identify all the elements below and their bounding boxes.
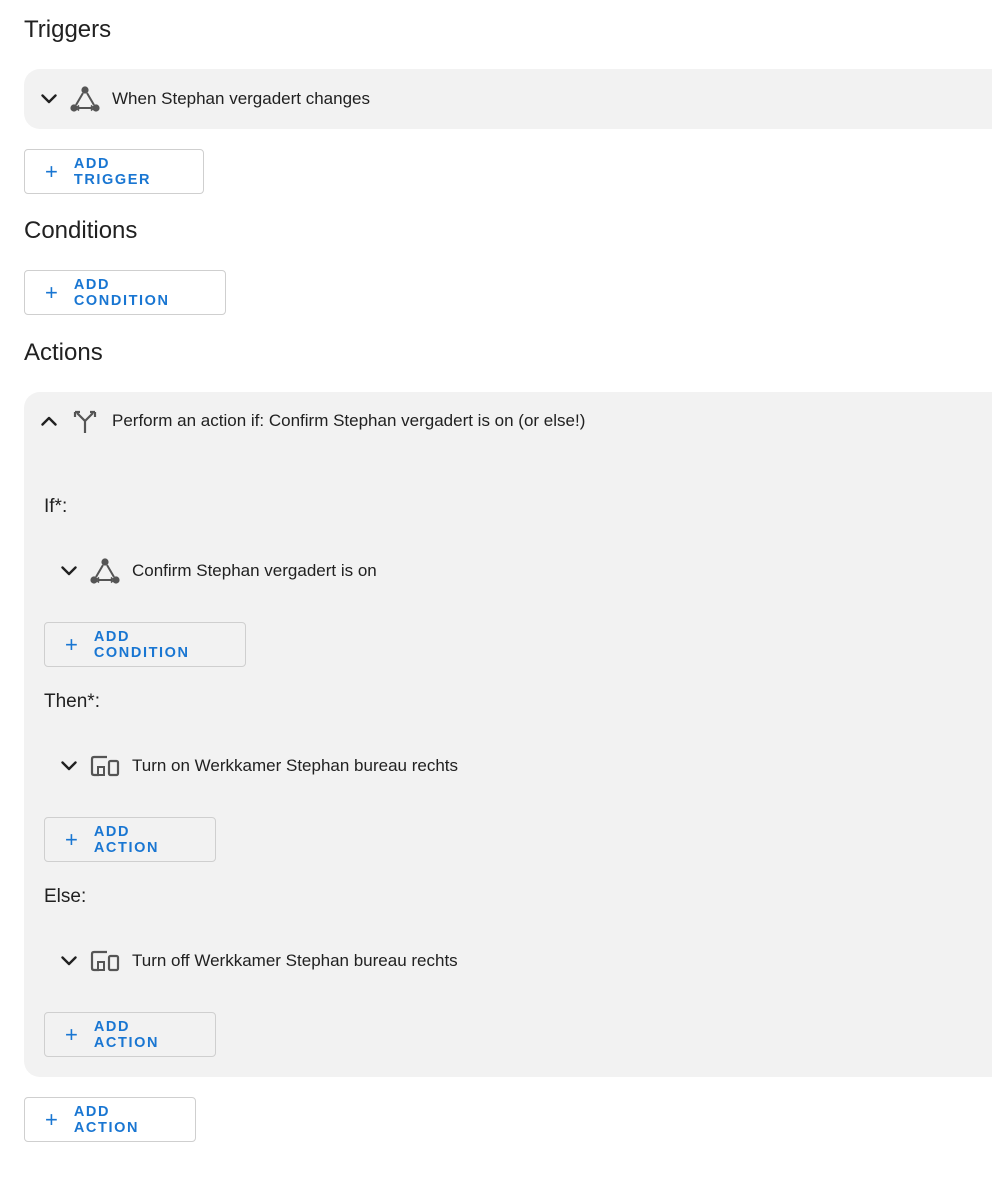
chevron-down-icon[interactable] [58,560,80,582]
add-condition-button[interactable]: + Add condition [24,270,226,315]
plus-icon: + [45,158,58,184]
if-condition-row[interactable]: Confirm Stephan vergadert is on [58,551,377,591]
plus-icon: + [65,1021,78,1047]
then-action-row[interactable]: Turn on Werkkamer Stephan bureau rechts [58,746,458,786]
branch-icon [68,406,102,436]
chevron-up-icon[interactable] [38,410,60,432]
add-action-label: Add action [73,1103,140,1136]
add-condition-label: Add condition [73,276,170,309]
if-add-condition-label: Add condition [93,628,190,661]
entity-state-icon [68,84,102,114]
then-add-action-button[interactable]: + Add action [44,817,216,862]
plus-icon: + [65,826,78,852]
if-label: If*: [44,496,68,517]
choose-action-label: Perform an action if: Confirm Stephan ve… [112,411,586,430]
else-label: Else: [44,886,87,907]
conditions-heading: Conditions [24,217,138,244]
else-add-action-label: Add action [93,1018,160,1051]
trigger-card[interactable]: When Stephan vergadert changes [24,69,992,129]
else-action-label: Turn off Werkkamer Stephan bureau rechts [132,951,458,970]
plus-icon: + [65,631,78,657]
trigger-label: When Stephan vergadert changes [112,89,371,108]
add-action-button[interactable]: + Add action [24,1097,196,1142]
chevron-down-icon[interactable] [58,755,80,777]
if-condition-label: Confirm Stephan vergadert is on [132,561,377,580]
chevron-down-icon[interactable] [38,88,60,110]
triggers-heading: Triggers [24,16,112,43]
actions-heading: Actions [24,339,103,366]
entity-state-icon [88,556,122,586]
then-label: Then*: [44,691,100,712]
then-add-action-label: Add action [93,823,160,856]
plus-icon: + [45,1106,58,1132]
else-action-row[interactable]: Turn off Werkkamer Stephan bureau rechts [58,941,458,981]
devices-icon [88,946,122,976]
choose-action-header[interactable]: Perform an action if: Confirm Stephan ve… [38,401,585,441]
devices-icon [88,751,122,781]
if-add-condition-button[interactable]: + Add condition [44,622,246,667]
add-trigger-button[interactable]: + Add trigger [24,149,204,194]
else-add-action-button[interactable]: + Add action [44,1012,216,1057]
then-action-label: Turn on Werkkamer Stephan bureau rechts [132,756,458,775]
plus-icon: + [45,279,58,305]
chevron-down-icon[interactable] [58,950,80,972]
add-trigger-label: Add trigger [73,155,152,188]
